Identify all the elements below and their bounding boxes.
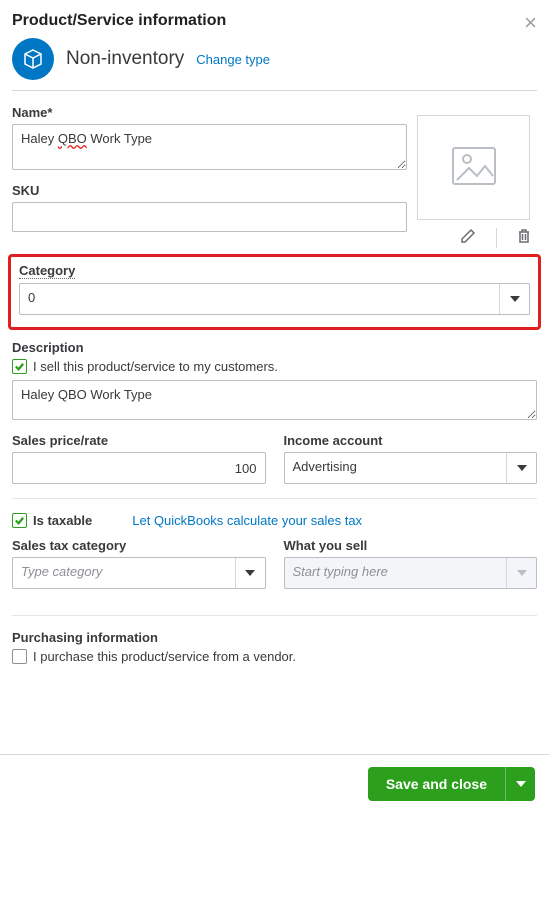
- chevron-down-icon: [506, 558, 536, 588]
- category-value: 0: [20, 284, 499, 314]
- description-input[interactable]: Haley QBO Work Type: [12, 380, 537, 420]
- tax-category-placeholder: Type category: [13, 558, 235, 588]
- chevron-down-icon[interactable]: [499, 284, 529, 314]
- sell-checkbox[interactable]: [12, 359, 27, 374]
- taxable-label: Is taxable: [33, 513, 92, 528]
- income-account-value: Advertising: [285, 453, 507, 483]
- calc-tax-link[interactable]: Let QuickBooks calculate your sales tax: [132, 513, 362, 528]
- image-upload-area[interactable]: [417, 115, 530, 220]
- income-account-label: Income account: [284, 433, 538, 448]
- sell-checkbox-label: I sell this product/service to my custom…: [33, 359, 278, 374]
- purchase-checkbox[interactable]: [12, 649, 27, 664]
- name-input[interactable]: [12, 124, 407, 170]
- name-label: Name*: [12, 105, 407, 120]
- what-you-sell-placeholder: Start typing here: [285, 558, 507, 588]
- taxable-checkbox[interactable]: [12, 513, 27, 528]
- chevron-down-icon[interactable]: [506, 453, 536, 483]
- trash-icon[interactable]: [517, 228, 531, 248]
- purchasing-heading: Purchasing information: [12, 630, 537, 645]
- edit-icon[interactable]: [460, 228, 476, 248]
- icon-divider: [496, 228, 497, 248]
- close-icon[interactable]: ×: [524, 12, 537, 34]
- income-account-select[interactable]: Advertising: [284, 452, 538, 484]
- save-button-label: Save and close: [368, 767, 505, 801]
- sales-price-label: Sales price/rate: [12, 433, 266, 448]
- category-select[interactable]: 0: [19, 283, 530, 315]
- category-label: Category: [19, 263, 530, 279]
- product-type-label: Non-inventory: [66, 48, 184, 70]
- divider: [12, 615, 537, 616]
- dialog-title: Product/Service information: [12, 12, 226, 30]
- save-split-caret[interactable]: [505, 767, 535, 801]
- chevron-down-icon[interactable]: [235, 558, 265, 588]
- description-heading: Description: [12, 340, 537, 355]
- sku-label: SKU: [12, 183, 407, 198]
- change-type-link[interactable]: Change type: [196, 52, 270, 67]
- what-you-sell-select: Start typing here: [284, 557, 538, 589]
- divider: [12, 498, 537, 499]
- tax-category-label: Sales tax category: [12, 538, 266, 553]
- what-you-sell-label: What you sell: [284, 538, 538, 553]
- sku-input[interactable]: [12, 202, 407, 232]
- purchase-checkbox-label: I purchase this product/service from a v…: [33, 649, 296, 664]
- divider: [12, 90, 537, 91]
- category-highlight: Category 0: [8, 254, 541, 330]
- sales-price-input[interactable]: [12, 452, 266, 484]
- image-placeholder-icon: [451, 146, 497, 189]
- save-and-close-button[interactable]: Save and close: [368, 767, 535, 801]
- package-icon: [12, 38, 54, 80]
- tax-category-select[interactable]: Type category: [12, 557, 266, 589]
